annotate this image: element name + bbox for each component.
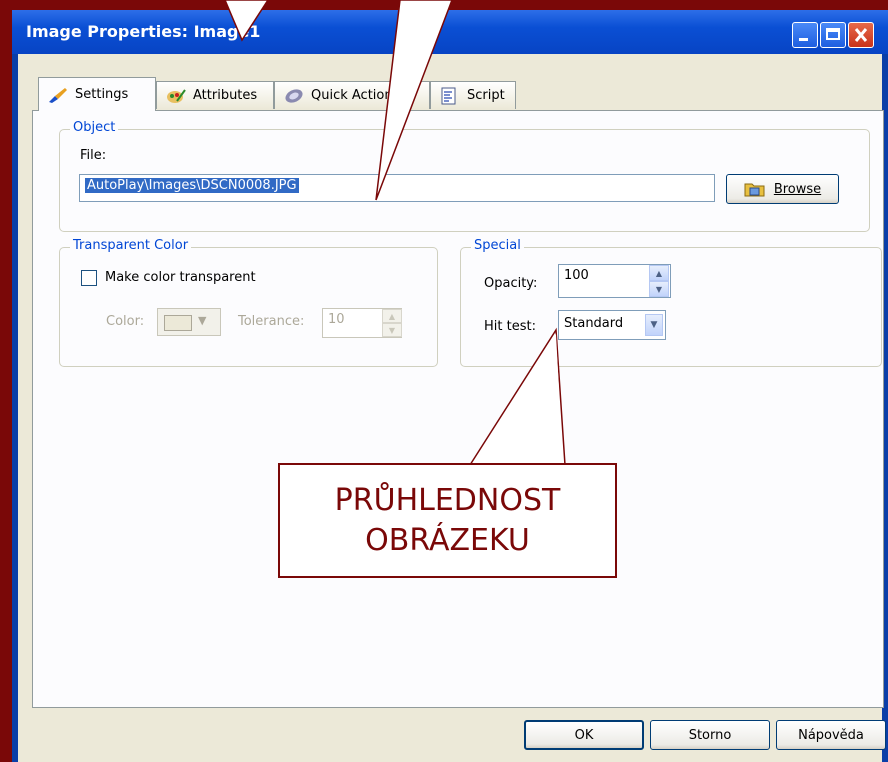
callout-pointers bbox=[224, 0, 566, 466]
callout-box: PRŮHLEDNOST OBRÁZEKU bbox=[278, 463, 617, 578]
callout-line-1: PRŮHLEDNOST bbox=[334, 483, 561, 518]
top-left-pointer bbox=[224, 0, 269, 42]
callout-line-2: OBRÁZEKU bbox=[365, 523, 530, 558]
top-right-pointer bbox=[375, 0, 453, 201]
